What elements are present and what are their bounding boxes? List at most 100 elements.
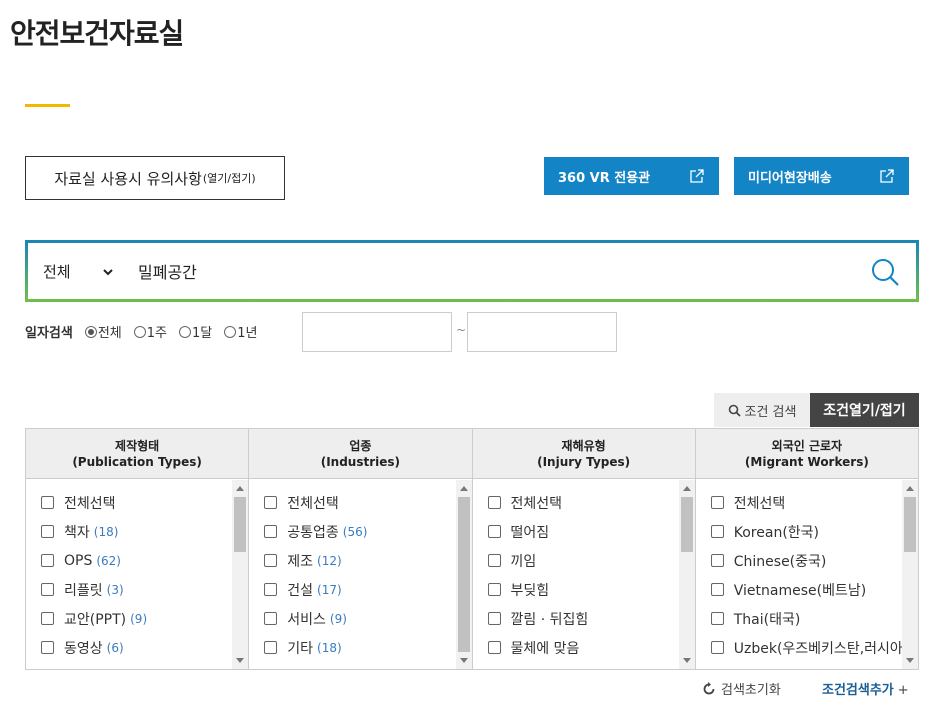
filter-option[interactable]: 전체선택 (41, 488, 248, 517)
filter-column-injury-types: 재해유형 (Injury Types) 전체선택 떨어짐 끼임 부딪힘 깔림 ·… (472, 429, 696, 669)
checkbox[interactable] (710, 641, 724, 654)
filter-column-header: 재해유형 (Injury Types) (472, 429, 695, 479)
date-radio-all[interactable]: 전체 (84, 322, 122, 341)
date-radio-year[interactable]: 1년 (224, 322, 257, 341)
filter-column-header: 제작형태 (Publication Types) (26, 429, 249, 479)
checkbox[interactable] (710, 583, 724, 596)
media-delivery-label: 미디어현장배송 (748, 170, 832, 186)
date-filter-label: 일자검색 (25, 326, 73, 341)
checkbox[interactable] (41, 554, 54, 567)
checkbox[interactable] (41, 641, 54, 654)
filter-option[interactable]: 서비스 (9) (264, 604, 471, 633)
filter-option[interactable]: 전체선택 (710, 488, 918, 517)
filter-option[interactable]: 물체에 맞음 (487, 633, 695, 662)
radio-dot (84, 325, 97, 338)
filter-option[interactable]: 동영상 (6) (41, 633, 248, 662)
checkbox[interactable] (41, 612, 54, 625)
checkbox[interactable] (487, 496, 501, 509)
condition-search-button[interactable]: 조건 검색 (714, 393, 810, 427)
condition-toggle-button[interactable]: 조건열기/접기 (810, 393, 919, 427)
checkbox[interactable] (487, 612, 501, 625)
filter-option[interactable]: 끼임 (487, 546, 695, 575)
checkbox[interactable] (487, 525, 501, 538)
add-condition-button[interactable]: 조건검색추가 + (822, 679, 909, 698)
search-box: 전체 (25, 240, 919, 302)
checkbox[interactable] (41, 525, 54, 538)
filter-option[interactable]: Uzbek(우즈베키스탄,러시아) (710, 633, 918, 662)
checkbox[interactable] (487, 641, 501, 654)
checkbox[interactable] (264, 641, 278, 654)
checkbox[interactable] (41, 496, 54, 509)
vr-hall-button[interactable]: 360 VR 전용관 (544, 157, 719, 195)
usage-notice-button[interactable]: 자료실 사용시 유의사항 (열기/접기) (25, 156, 285, 200)
add-condition-label: 조건검색추가 (822, 683, 894, 698)
date-radio-week[interactable]: 1주 (133, 322, 167, 341)
date-from-input[interactable] (302, 312, 452, 352)
external-link-icon (689, 168, 705, 184)
date-filter-row: 일자검색 전체 1주 1달 1년 (25, 322, 269, 341)
condition-search-label: 조건 검색 (744, 404, 797, 420)
filter-option[interactable]: 책자 (18) (41, 517, 248, 546)
filter-option[interactable]: 전체선택 (487, 488, 695, 517)
filter-option[interactable]: Korean(한국) (710, 517, 918, 546)
plus-icon: + (897, 683, 909, 698)
title-accent-bar (25, 104, 70, 107)
search-scope-value: 전체 (43, 263, 71, 281)
refresh-icon (703, 681, 715, 694)
filter-option[interactable]: 공통업종 (56) (264, 517, 471, 546)
checkbox[interactable] (264, 554, 278, 567)
filter-option[interactable]: 제조 (12) (264, 546, 471, 575)
date-to-input[interactable] (467, 312, 617, 352)
media-delivery-button[interactable]: 미디어현장배송 (734, 157, 909, 195)
reset-search-label: 검색초기화 (721, 683, 781, 698)
filter-option[interactable]: Chinese(중국) (710, 546, 918, 575)
date-range-separator: ~ (456, 323, 467, 337)
filter-column-publication-types: 제작형태 (Publication Types) 전체선택 책자 (18) OPS… (26, 429, 250, 669)
filter-option[interactable]: 교안(PPT) (9) (41, 604, 248, 633)
filter-option[interactable]: 기타 (18) (264, 633, 471, 662)
checkbox[interactable] (487, 583, 501, 596)
search-scope-select[interactable]: 전체 (43, 261, 115, 282)
checkbox[interactable] (264, 496, 278, 509)
external-link-icon (879, 168, 895, 184)
scrollbar[interactable] (232, 480, 249, 669)
checkbox[interactable] (710, 554, 724, 567)
filter-option[interactable]: 전체선택 (264, 488, 471, 517)
filter-option[interactable]: 리플릿 (3) (41, 575, 248, 604)
checkbox[interactable] (264, 612, 278, 625)
filter-option[interactable]: Thai(태국) (710, 604, 918, 633)
checkbox[interactable] (264, 583, 278, 596)
filter-column-migrant-workers: 외국인 근로자 (Migrant Workers) 전체선택 Korean(한국… (695, 429, 918, 669)
filter-option[interactable]: 떨어짐 (487, 517, 695, 546)
filter-column-industries: 업종 (Industries) 전체선택 공통업종 (56) 제조 (12) 건설(… (249, 429, 473, 669)
checkbox[interactable] (264, 525, 278, 538)
checkbox[interactable] (710, 612, 724, 625)
vr-hall-label: 360 VR 전용관 (558, 170, 651, 186)
page-title: 안전보건자료실 (10, 17, 184, 50)
filter-panel: 제작형태 (Publication Types) 전체선택 책자 (18) OPS… (25, 428, 919, 670)
filter-option[interactable]: 부딪힘 (487, 575, 695, 604)
reset-search-button[interactable]: 검색초기화 (702, 679, 781, 698)
checkbox[interactable] (710, 496, 724, 509)
checkbox[interactable] (41, 583, 54, 596)
filter-column-header: 외국인 근로자 (Migrant Workers) (695, 429, 918, 479)
radio-dot (179, 325, 191, 338)
search-icon (728, 404, 741, 417)
checkbox[interactable] (487, 554, 501, 567)
filter-option[interactable]: 건설 (17) (264, 575, 471, 604)
filter-option[interactable]: Vietnamese(베트남) (710, 575, 918, 604)
filter-option[interactable]: OPS (62) (41, 546, 248, 575)
checkbox[interactable] (710, 525, 724, 538)
scrollbar[interactable] (902, 480, 918, 669)
scrollbar[interactable] (455, 480, 472, 669)
search-input[interactable] (138, 255, 738, 287)
usage-notice-toggle-hint: (열기/접기) (202, 172, 256, 185)
date-radio-month[interactable]: 1달 (179, 322, 212, 341)
filter-column-header: 업종 (Industries) (249, 429, 472, 479)
scrollbar[interactable] (678, 480, 695, 669)
usage-notice-label: 자료실 사용시 유의사항 (54, 169, 202, 188)
search-icon[interactable] (870, 257, 900, 287)
radio-dot (224, 325, 237, 338)
radio-dot (133, 325, 146, 338)
filter-option[interactable]: 깔림 · 뒤집힘 (487, 604, 695, 633)
